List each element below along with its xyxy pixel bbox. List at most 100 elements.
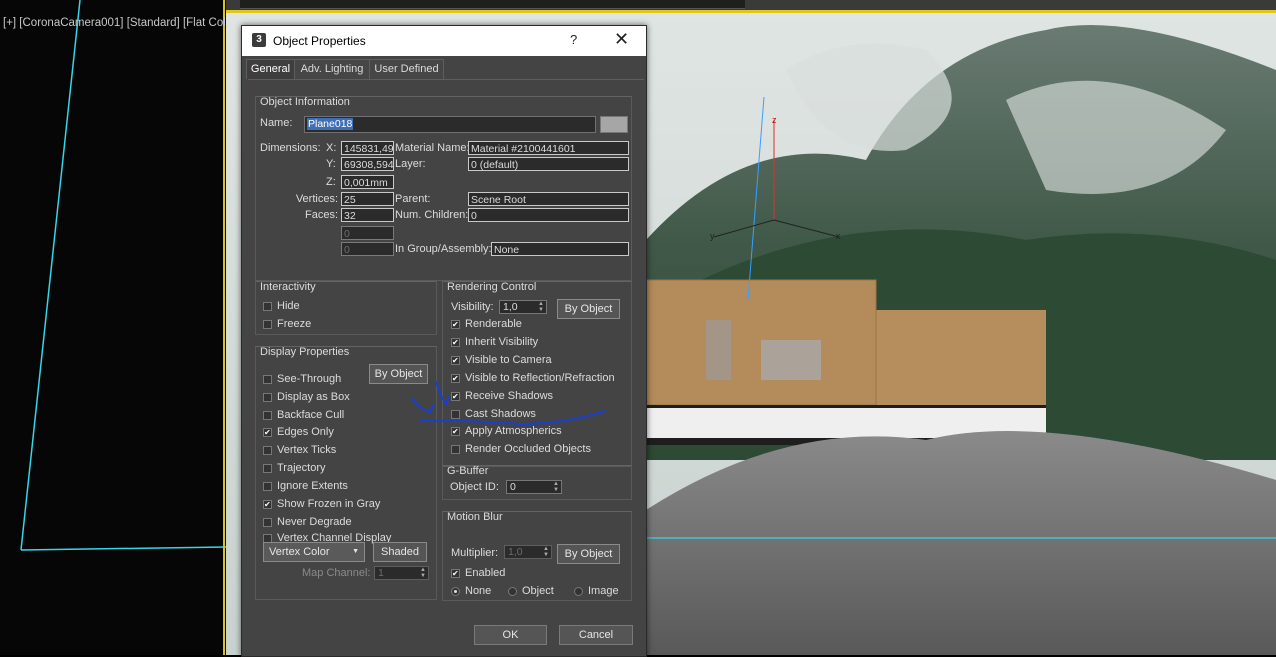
parent-field: Scene Root [468, 192, 629, 206]
checkbox-box[interactable] [263, 411, 272, 420]
group-title: Rendering Control [447, 281, 537, 293]
map-channel-spinner[interactable]: 1 ▲ ▼ [374, 566, 429, 580]
layer-label: Layer: [395, 158, 426, 170]
radio-dot[interactable] [508, 587, 517, 596]
group-title: Display Properties [260, 346, 350, 358]
layer-field: 0 (default) [468, 157, 629, 171]
help-icon[interactable]: ? [570, 32, 577, 47]
ok-button[interactable]: OK [474, 625, 547, 645]
checkbox-box[interactable] [451, 338, 460, 347]
checkbox-label: Apply Atmospherics [465, 425, 562, 437]
checkbox-label: Enabled [465, 567, 506, 579]
g-buffer-group: G-Buffer Object ID: 0 ▲ ▼ [442, 465, 632, 500]
radio-label: Image [588, 585, 619, 597]
3dsmax-app-icon: 3 [252, 33, 266, 47]
checkbox-box[interactable] [451, 427, 460, 436]
rendering-by-object-button[interactable]: By Object [557, 299, 620, 319]
checkbox-box[interactable] [263, 446, 272, 455]
dialog-title: Object Properties [273, 34, 366, 48]
spinner-arrows-icon[interactable]: ▲ ▼ [420, 567, 426, 579]
spinner-arrows-icon[interactable]: ▲ ▼ [538, 301, 544, 313]
material-name-field: Material #2100441601 [468, 141, 629, 155]
checkbox-box[interactable] [263, 464, 272, 473]
spinner-arrows-icon[interactable]: ▲ ▼ [553, 481, 559, 493]
extra-count-field-1: 0 [341, 226, 394, 240]
checkbox-box[interactable] [263, 428, 272, 437]
multiplier-spinner[interactable]: 1,0 ▲ ▼ [504, 545, 552, 559]
name-label: Name: [260, 117, 293, 129]
visibility-label: Visibility: [451, 301, 494, 313]
map-channel-label: Map Channel: [302, 567, 371, 579]
checkbox-box[interactable] [451, 392, 460, 401]
object-id-spinner[interactable]: 0 ▲ ▼ [506, 480, 562, 494]
group-title: Object Information [260, 96, 350, 108]
dialog-titlebar[interactable]: 3 Object Properties ? ✕ [242, 26, 646, 56]
checkbox-box[interactable] [451, 320, 460, 329]
spinner-value: 1,0 [503, 301, 518, 313]
svg-text:y: y [710, 231, 715, 241]
checkbox-box[interactable] [263, 320, 272, 329]
vertex-color-dropdown[interactable]: Vertex Color [263, 542, 365, 562]
tab-adv-lighting[interactable]: Adv. Lighting [294, 59, 370, 79]
checkbox-box[interactable] [263, 518, 272, 527]
checkbox-label: Renderable [465, 318, 522, 330]
checkbox-box[interactable] [451, 410, 460, 419]
checkbox-label: Show Frozen in Gray [277, 498, 381, 510]
dim-z-field: 0,001mm [341, 175, 394, 189]
rendering-control-group: Rendering Control Visibility: 1,0 ▲ ▼ By O… [442, 281, 632, 467]
checkbox-box[interactable] [451, 374, 460, 383]
checkbox-label: Edges Only [277, 426, 334, 438]
close-icon[interactable]: ✕ [614, 29, 629, 50]
checkbox-box[interactable] [263, 375, 272, 384]
dimensions-label: Dimensions: [260, 142, 321, 154]
dim-y-field: 69308,594 [341, 157, 394, 171]
tab-general[interactable]: General [246, 59, 295, 79]
in-group-field: None [491, 242, 629, 256]
shaded-button[interactable]: Shaded [373, 542, 427, 562]
checkbox-label: Render Occluded Objects [465, 443, 591, 455]
checkbox-box[interactable] [263, 302, 272, 311]
checkbox-label: Never Degrade [277, 516, 352, 528]
checkbox-label: Visible to Camera [465, 354, 552, 366]
visibility-spinner[interactable]: 1,0 ▲ ▼ [499, 300, 547, 314]
object-color-swatch[interactable] [600, 116, 628, 133]
checkbox-label: Receive Shadows [465, 390, 554, 402]
name-input[interactable]: Plane018 [304, 116, 596, 133]
in-group-label: In Group/Assembly: [395, 243, 492, 255]
dim-y-label: Y: [326, 158, 336, 170]
spinner-arrows-icon[interactable]: ▲ ▼ [543, 546, 549, 558]
checkbox-label: Hide [277, 300, 300, 312]
viewport-label[interactable]: [+] [CoronaCamera001] [Standard] [Flat C… [3, 17, 226, 29]
group-title: Interactivity [260, 281, 316, 293]
display-by-object-button[interactable]: By Object [369, 364, 428, 384]
num-children-label: Num. Children: [395, 209, 469, 221]
general-tab-pane: Object Information Name: Plane018 Dimens… [248, 79, 644, 655]
radio-dot[interactable] [574, 587, 583, 596]
spinner-value: 0 [510, 481, 516, 493]
motion-blur-by-object-button[interactable]: By Object [557, 544, 620, 564]
checkbox-box[interactable] [263, 482, 272, 491]
dim-x-label: X: [326, 142, 337, 154]
motion-blur-group: Motion Blur Multiplier: 1,0 ▲ ▼ By Object … [442, 511, 632, 601]
material-name-label: Material Name: [395, 142, 470, 154]
checkbox-box[interactable] [451, 356, 460, 365]
faces-label: Faces: [304, 209, 338, 221]
checkbox-label: Display as Box [277, 391, 350, 403]
spinner-value: 1,0 [508, 546, 523, 558]
checkbox-box[interactable] [451, 569, 460, 578]
checkbox-box[interactable] [263, 500, 272, 509]
checkbox-label: Vertex Ticks [277, 444, 337, 456]
checkbox-label: Freeze [277, 318, 312, 330]
checkbox-label: Backface Cull [277, 409, 345, 421]
parent-label: Parent: [395, 193, 431, 205]
vertices-label: Vertices: [295, 193, 338, 205]
left-viewport[interactable]: [+] [CoronaCamera001] [Standard] [Flat C… [0, 0, 226, 655]
radio-dot[interactable] [451, 587, 460, 596]
tab-user-defined[interactable]: User Defined [369, 59, 444, 79]
checkbox-box[interactable] [263, 393, 272, 402]
checkbox-label: Cast Shadows [465, 408, 536, 420]
checkbox-box[interactable] [451, 445, 460, 454]
num-children-field: 0 [468, 208, 629, 222]
cancel-button[interactable]: Cancel [559, 625, 633, 645]
checkbox-label: Visible to Reflection/Refraction [465, 372, 615, 384]
